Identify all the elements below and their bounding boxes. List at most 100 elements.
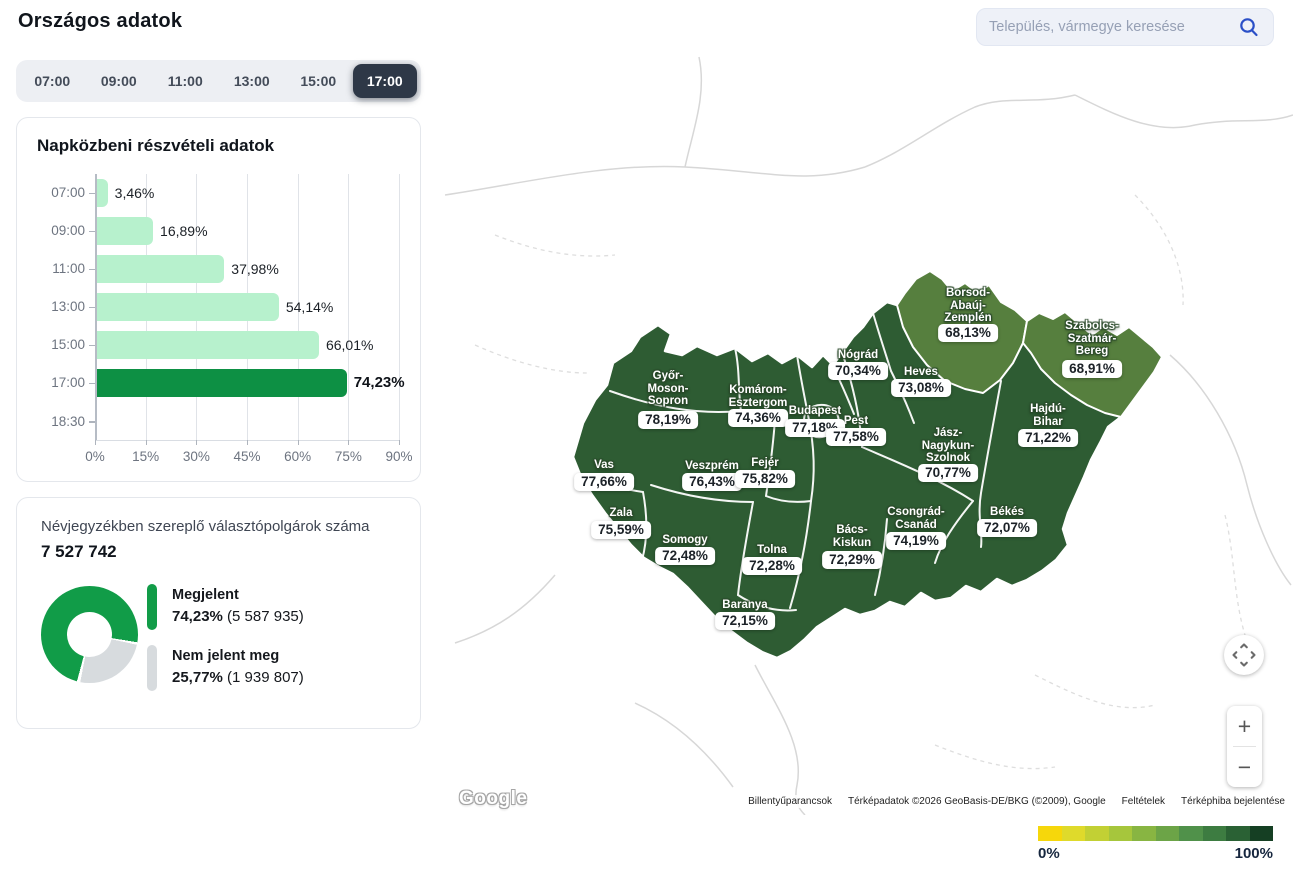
google-logo[interactable]: Google <box>459 788 527 810</box>
county-name-szabolcsszatmrbereg: Szabolcs-Szatmár-Bereg <box>1065 320 1119 358</box>
y-axis-label: 09:00 <box>33 212 85 250</box>
county-value-komromesztergom[interactable]: 74,36% <box>728 409 788 427</box>
y-axis-label: 15:00 <box>33 326 85 364</box>
scale-block <box>1250 826 1274 841</box>
tab-09-00[interactable]: 09:00 <box>87 64 152 98</box>
bar-row-13-00: 13:0054,14% <box>95 288 399 326</box>
x-axis-label: 75% <box>335 449 362 464</box>
legend-label: Nem jelent meg <box>172 648 304 664</box>
county-name-bcskiskun: Bács-Kiskun <box>833 524 871 549</box>
scale-block <box>1203 826 1227 841</box>
bar-row-18-30: 18:30 <box>95 403 399 441</box>
zoom-out-button[interactable]: − <box>1227 747 1262 787</box>
x-axis-label: 30% <box>183 449 210 464</box>
county-name-vas: Vas <box>594 459 614 472</box>
x-axis-label: 15% <box>132 449 159 464</box>
y-axis-label: 13:00 <box>33 288 85 326</box>
county-value-borsodabajzempln[interactable]: 68,13% <box>938 324 998 342</box>
county-value-ngrd[interactable]: 70,34% <box>828 362 888 380</box>
axis-tick <box>196 440 197 445</box>
tab-07-00[interactable]: 07:00 <box>20 64 85 98</box>
county-name-veszprm: Veszprém <box>685 460 739 473</box>
tab-17-00[interactable]: 17:00 <box>353 64 418 98</box>
donut-legend: Megjelent 74,23% (5 587 935) Nem jelent me… <box>147 584 304 706</box>
attribution-trkphiba[interactable]: Térképhiba bejelentése <box>1178 795 1288 808</box>
county-name-zala: Zala <box>609 507 632 520</box>
map-pan-button[interactable] <box>1224 635 1264 675</box>
map-zoom-control: + − <box>1227 706 1262 787</box>
county-name-fejr: Fejér <box>751 457 779 470</box>
bar-row-15-00: 15:0066,01% <box>95 326 399 364</box>
county-name-somogy: Somogy <box>662 534 707 547</box>
scale-block <box>1132 826 1156 841</box>
bar-value-label: 16,89% <box>160 217 207 245</box>
county-value-hajdbihar[interactable]: 71,22% <box>1018 429 1078 447</box>
bar-15-00 <box>96 331 319 359</box>
tab-11-00[interactable]: 11:00 <box>153 64 218 98</box>
tab-13-00[interactable]: 13:00 <box>220 64 285 98</box>
zoom-in-button[interactable]: + <box>1227 706 1262 746</box>
axis-tick <box>95 440 96 445</box>
color-scale-blocks <box>1038 826 1273 841</box>
bar-value-label: 66,01% <box>326 331 373 359</box>
county-value-fejr[interactable]: 75,82% <box>735 470 795 488</box>
legend-label: Megjelent <box>172 587 304 603</box>
county-value-bcskiskun[interactable]: 72,29% <box>822 551 882 569</box>
x-axis-label: 0% <box>85 449 105 464</box>
choropleth-color-scale: 0% 100% <box>1038 826 1273 862</box>
bar-chart-title: Napközbeni részvételi adatok <box>37 136 400 156</box>
county-value-heves[interactable]: 73,08% <box>891 379 951 397</box>
county-value-jsznagykunszolnok[interactable]: 70,77% <box>918 464 978 482</box>
legend-item: Megjelent 74,23% (5 587 935) <box>147 584 304 630</box>
county-name-csongrdcsand: Csongrád-Csanád <box>887 506 945 531</box>
search-box <box>976 8 1274 46</box>
county-value-vas[interactable]: 77,66% <box>574 473 634 491</box>
axis-tick <box>399 440 400 445</box>
axis-tick <box>247 440 248 445</box>
scale-block <box>1085 826 1109 841</box>
y-axis-label: 07:00 <box>33 174 85 212</box>
scale-block <box>1038 826 1062 841</box>
bar-09-00 <box>96 217 153 245</box>
scale-block <box>1179 826 1203 841</box>
bar-row-11-00: 11:0037,98% <box>95 250 399 288</box>
search-input[interactable] <box>989 19 1237 35</box>
bar-11-00 <box>96 255 224 283</box>
county-value-zala[interactable]: 75,59% <box>591 521 651 539</box>
bar-17-00 <box>96 369 347 397</box>
scale-block <box>1226 826 1250 841</box>
tab-15-00[interactable]: 15:00 <box>286 64 351 98</box>
y-axis-label: 17:00 <box>33 364 85 402</box>
county-value-gyrmosonsopron[interactable]: 78,19% <box>638 411 698 429</box>
county-value-bks[interactable]: 72,07% <box>977 519 1037 537</box>
y-axis-label: 11:00 <box>33 250 85 288</box>
bar-value-label: 74,23% <box>354 369 405 397</box>
scale-block <box>1062 826 1086 841</box>
county-value-csongrdcsand[interactable]: 74,19% <box>886 532 946 550</box>
county-value-somogy[interactable]: 72,48% <box>655 547 715 565</box>
county-name-heves: Heves <box>904 366 938 379</box>
legend-swatch <box>147 584 157 630</box>
attribution-billentyparancsok[interactable]: Billentyűparancsok <box>745 795 835 808</box>
county-value-pest[interactable]: 77,58% <box>826 428 886 446</box>
turnout-bar-chart: 0%15%30%45%60%75%90%07:003,46%09:0016,89… <box>95 174 399 441</box>
bar-row-07-00: 07:003,46% <box>95 174 399 212</box>
search-icon[interactable] <box>1237 15 1261 39</box>
county-value-baranya[interactable]: 72,15% <box>715 612 775 630</box>
scale-min-label: 0% <box>1038 845 1060 862</box>
county-name-pest: Pest <box>844 415 868 428</box>
county-value-tolna[interactable]: 72,28% <box>742 557 802 575</box>
time-tabs: 07:0009:0011:0013:0015:0017:00 <box>16 60 421 102</box>
attribution-felttelek[interactable]: Feltételek <box>1119 795 1168 808</box>
national-data-page: Országos adatok 07:0009:0011:0013:0015:0… <box>0 0 1293 871</box>
legend-value: 25,77% (1 939 807) <box>172 669 304 686</box>
axis-tick <box>146 440 147 445</box>
scale-block <box>1109 826 1133 841</box>
registered-voters-panel: Névjegyzékben szereplő választópolgárok … <box>16 497 421 729</box>
bar-value-label: 54,14% <box>286 293 333 321</box>
voters-total: 7 527 742 <box>41 542 396 562</box>
legend-value: 74,23% (5 587 935) <box>172 608 304 625</box>
county-value-veszprm[interactable]: 76,43% <box>682 473 742 491</box>
intraday-turnout-panel: Napközbeni részvételi adatok 0%15%30%45%… <box>16 117 421 482</box>
county-value-szabolcsszatmrbereg[interactable]: 68,91% <box>1062 360 1122 378</box>
